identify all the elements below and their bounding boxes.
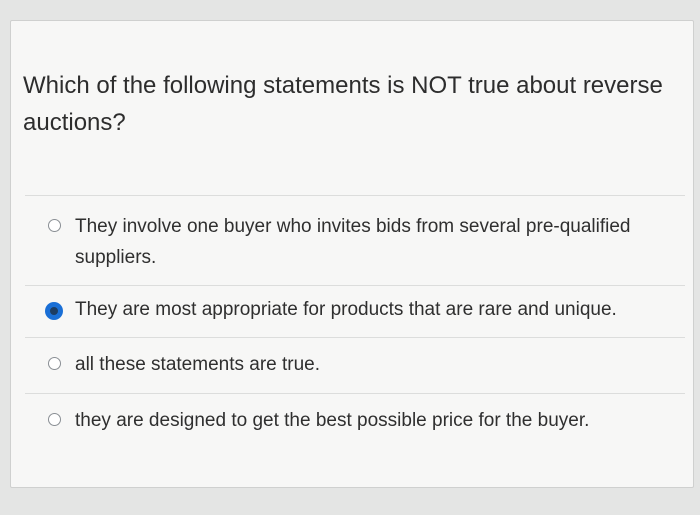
- answer-option-label: They are most appropriate for products t…: [75, 299, 617, 320]
- radio-checked-icon[interactable]: [46, 303, 62, 319]
- radio-unchecked-icon[interactable]: [48, 219, 61, 232]
- answer-option-label: they are designed to get the best possib…: [75, 410, 590, 431]
- answer-option-label: all these statements are true.: [75, 354, 321, 375]
- answer-list: They involve one buyer who invites bids …: [25, 195, 685, 450]
- answer-option-4[interactable]: they are designed to get the best possib…: [25, 394, 685, 450]
- question-card: Which of the following statements is NOT…: [10, 20, 694, 488]
- answer-option-label: They involve one buyer who invites bids …: [75, 216, 631, 268]
- radio-unchecked-icon[interactable]: [48, 413, 61, 426]
- radio-unchecked-icon[interactable]: [48, 357, 61, 370]
- answer-option-2[interactable]: They are most appropriate for products t…: [25, 286, 685, 338]
- question-text: Which of the following statements is NOT…: [23, 72, 663, 136]
- answer-option-3[interactable]: all these statements are true.: [25, 338, 685, 394]
- answer-option-1[interactable]: They involve one buyer who invites bids …: [25, 196, 685, 286]
